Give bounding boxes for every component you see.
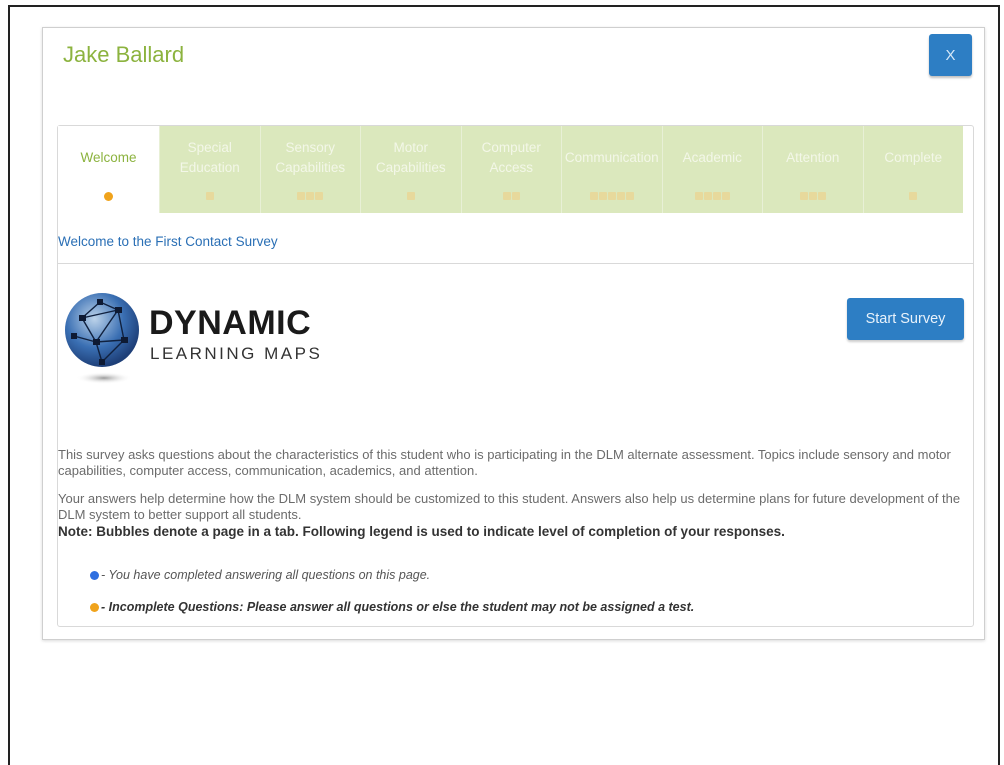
page-bubble-icon[interactable] (205, 192, 214, 200)
tab-label: Welcome (80, 150, 137, 165)
legend-complete: - You have completed answering all quest… (90, 568, 430, 582)
tab-motor-capabilities[interactable]: Motor Capabilities (360, 126, 461, 213)
legend-incomplete-text: - Incomplete Questions: Please answer al… (101, 600, 695, 614)
student-name: Jake Ballard (63, 42, 185, 67)
page-bubble-icon[interactable] (712, 192, 721, 200)
page-bubble-icon[interactable] (909, 192, 918, 200)
page-bubble-icon[interactable] (502, 192, 511, 200)
tab-computer-access[interactable]: Computer Access (460, 126, 561, 213)
page-bubbles (104, 192, 113, 201)
tab-welcome[interactable]: Welcome (58, 126, 159, 213)
intro-paragraph: This survey asks questions about the cha… (58, 447, 951, 478)
legend-note: Note: Bubbles denote a page in a tab. Fo… (58, 524, 785, 539)
welcome-link[interactable]: Welcome to the First Contact Survey (58, 234, 278, 249)
tab-label: Academic (682, 150, 742, 165)
survey-panel: Welcome Special Education Sensory Capabili… (57, 125, 974, 627)
legend-complete-text: - You have completed answering all quest… (101, 568, 431, 582)
tab-academic[interactable]: Academic (661, 126, 762, 213)
tab-label: Communication (564, 150, 659, 165)
page-bubble-icon[interactable] (625, 192, 634, 200)
legend-incomplete: - Incomplete Questions: Please answer al… (90, 600, 694, 614)
page-bubble-icon[interactable] (817, 192, 826, 200)
page-bubbles (297, 192, 324, 200)
survey-dialog: Jake Ballard X Welcome Special Education S… (42, 27, 985, 640)
page-bubble-icon[interactable] (721, 192, 730, 200)
page-bubble-icon[interactable] (808, 192, 817, 200)
tab-special-education[interactable]: Special Education (159, 126, 260, 213)
tab-bar: Welcome Special Education Sensory Capabili… (58, 126, 963, 213)
logo-subtitle: LEARNING MAPS (150, 344, 323, 363)
complete-dot-icon (90, 570, 99, 580)
page-bubbles (502, 192, 520, 200)
tab-label: Attention (786, 150, 840, 165)
page-bubble-icon[interactable] (306, 192, 315, 200)
tab-label: Complete (884, 150, 943, 165)
page-bubble-icon[interactable] (694, 192, 703, 200)
page-bubble-icon[interactable] (598, 192, 607, 200)
page-bubble-icon[interactable] (616, 192, 625, 200)
tab-label: Computer Access (481, 140, 541, 175)
tab-communication[interactable]: Communication (561, 126, 662, 213)
page-bubbles (589, 192, 634, 200)
page-bubble-icon[interactable] (703, 192, 712, 200)
start-survey-button[interactable]: Start Survey (847, 298, 964, 340)
tab-attention[interactable]: Attention (762, 126, 863, 213)
page-bubble-icon[interactable] (511, 192, 520, 200)
logo-title: DYNAMIC (149, 304, 312, 342)
page-bubbles (406, 192, 415, 200)
tab-complete[interactable]: Complete (862, 126, 963, 213)
tab-label: Motor Capabilities (375, 140, 446, 175)
page-bubbles (694, 192, 730, 200)
page-bubbles (799, 192, 826, 200)
tab-label: Special Education (179, 140, 240, 175)
page-bubble-icon[interactable] (297, 192, 306, 200)
close-button[interactable]: X (929, 34, 972, 76)
tab-sensory-capabilities[interactable]: Sensory Capabilities (259, 126, 360, 213)
page-bubble-icon[interactable] (315, 192, 324, 200)
page-bubble-icon[interactable] (799, 192, 808, 200)
answers-paragraph: Your answers help determine how the DLM … (58, 491, 961, 522)
page-bubbles (909, 192, 918, 200)
divider (58, 263, 973, 264)
page-bubbles (205, 192, 214, 200)
tab-label: Sensory Capabilities (275, 140, 346, 175)
page-bubble-icon[interactable] (104, 192, 113, 201)
page-bubble-icon[interactable] (607, 192, 616, 200)
page-bubble-icon[interactable] (589, 192, 598, 200)
incomplete-dot-icon (90, 602, 99, 612)
page-bubble-icon[interactable] (406, 192, 415, 200)
